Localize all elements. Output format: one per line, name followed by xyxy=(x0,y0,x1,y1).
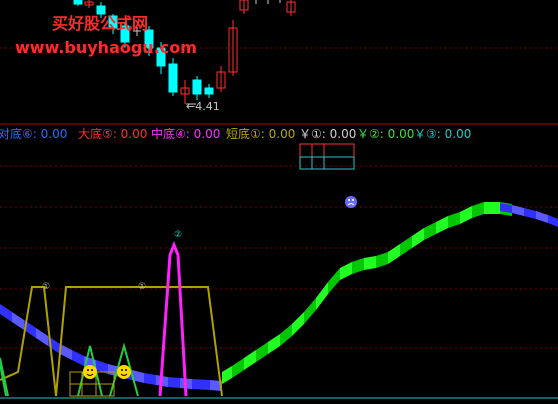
signal-marker: ② xyxy=(174,230,182,240)
low-price-label: ←4.41 xyxy=(186,100,220,113)
grid-lines xyxy=(0,47,558,349)
mid-bottom-spike xyxy=(158,240,188,397)
legend-item-yen1: ￥①: 0.00 xyxy=(299,127,357,141)
legend-item-bottom6: 对底⑥: 0.00 xyxy=(0,127,68,141)
signal-marker: ① xyxy=(42,282,50,292)
legend-item-yen3: ￥③: 0.00 xyxy=(414,127,472,141)
info-table xyxy=(299,143,355,170)
watermark-title: 买好股公式网 xyxy=(52,14,149,33)
chart-canvas[interactable]: ① ① ② xyxy=(0,0,558,404)
watermark-url: www.buyhaogu.com xyxy=(15,38,197,57)
green-band xyxy=(222,202,512,384)
indicator-legend: 对底⑥: 0.00 大底⑤: 0.00 中底④: 0.00 短底①: 0.00 … xyxy=(0,125,558,141)
low-price-value: 4.41 xyxy=(195,100,220,113)
legend-item-big-bottom: 大底⑤: 0.00 xyxy=(78,127,148,141)
smile-icon xyxy=(83,365,97,379)
signal-marker: ① xyxy=(138,282,146,292)
smile-icon xyxy=(117,365,131,379)
sad-face-icon xyxy=(345,196,357,208)
legend-item-yen2: ￥②: 0.00 xyxy=(357,127,415,141)
legend-item-mid-bottom: 中底④: 0.00 xyxy=(151,127,221,141)
legend-item-short-bottom: 短底①: 0.00 xyxy=(226,127,296,141)
